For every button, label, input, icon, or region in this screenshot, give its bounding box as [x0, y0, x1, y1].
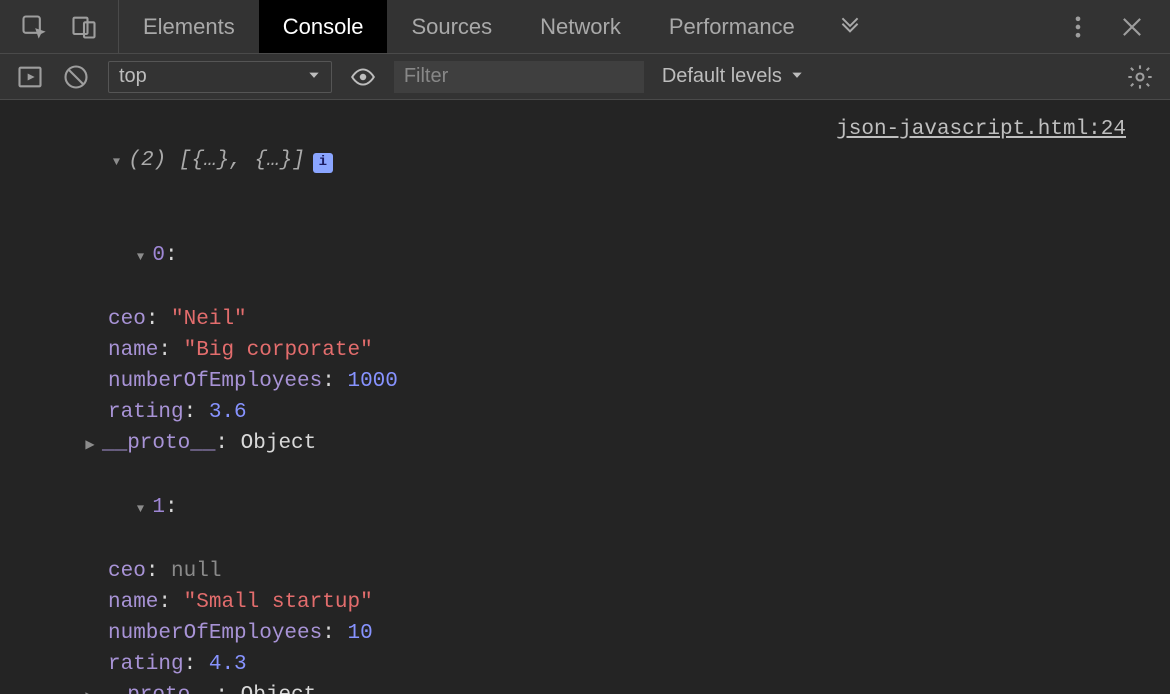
- tab-performance[interactable]: Performance: [645, 0, 819, 53]
- console-settings-gear-icon[interactable]: [1126, 63, 1154, 91]
- property-value: 4.3: [209, 653, 247, 676]
- clear-console-icon[interactable]: [62, 63, 90, 91]
- chevron-down-icon: [790, 65, 804, 88]
- tab-network[interactable]: Network: [516, 0, 645, 53]
- live-expression-icon[interactable]: [350, 64, 376, 90]
- property-value: null: [171, 560, 221, 583]
- console-output: json-javascript.html:24 (2) [{…}, {…}]i …: [0, 100, 1170, 694]
- tabs-overflow-icon[interactable]: [819, 0, 881, 53]
- filter-input[interactable]: [394, 61, 644, 93]
- close-devtools-icon[interactable]: [1118, 13, 1146, 41]
- object-property-row: name: "Big corporate": [20, 335, 1150, 366]
- info-badge-icon[interactable]: i: [313, 153, 333, 173]
- property-key: numberOfEmployees: [108, 622, 322, 645]
- array-count: (2): [128, 149, 166, 172]
- proto-value: Object: [241, 432, 317, 455]
- context-selector[interactable]: top: [108, 61, 332, 93]
- context-selector-label: top: [119, 65, 147, 88]
- toggle-sidebar-icon[interactable]: [16, 63, 44, 91]
- object-property-row: ceo: null: [20, 556, 1150, 587]
- inspect-element-icon[interactable]: [20, 13, 48, 41]
- log-levels-selector[interactable]: Default levels: [662, 65, 804, 88]
- object-property-row: name: "Small startup": [20, 587, 1150, 618]
- object-property-row: numberOfEmployees: 10: [20, 618, 1150, 649]
- array-index-row[interactable]: 1:: [20, 461, 1150, 556]
- expand-toggle-icon[interactable]: [108, 145, 124, 178]
- property-value: 1000: [347, 370, 397, 393]
- object-property-row: rating: 4.3: [20, 649, 1150, 680]
- expand-toggle-icon[interactable]: [132, 240, 148, 273]
- property-key: rating: [108, 401, 184, 424]
- proto-key: __proto__: [102, 432, 215, 455]
- tab-console[interactable]: Console: [259, 0, 388, 53]
- expand-toggle-icon[interactable]: [82, 428, 98, 461]
- expand-toggle-icon[interactable]: [82, 680, 98, 694]
- object-property-row: rating: 3.6: [20, 397, 1150, 428]
- tab-sources[interactable]: Sources: [387, 0, 516, 53]
- property-key: ceo: [108, 308, 146, 331]
- log-levels-label: Default levels: [662, 65, 782, 88]
- devtools-tabbar: Elements Console Sources Network Perform…: [0, 0, 1170, 54]
- proto-key: __proto__: [102, 684, 215, 694]
- property-key: rating: [108, 653, 184, 676]
- tabbar-right-group: [1040, 0, 1170, 53]
- array-index-key: 1: [152, 496, 165, 519]
- tabbar-left-group: [0, 0, 119, 53]
- property-key: numberOfEmployees: [108, 370, 322, 393]
- array-preview: [{…}, {…}]: [179, 149, 305, 172]
- proto-value: Object: [241, 684, 317, 694]
- object-property-row: ceo: "Neil": [20, 304, 1150, 335]
- console-toolbar: top Default levels: [0, 54, 1170, 100]
- property-value: "Small startup": [184, 591, 373, 614]
- property-value: 3.6: [209, 401, 247, 424]
- object-property-row: numberOfEmployees: 1000: [20, 366, 1150, 397]
- array-index-row[interactable]: 0:: [20, 209, 1150, 304]
- property-value: "Big corporate": [184, 339, 373, 362]
- property-value: "Neil": [171, 308, 247, 331]
- chevron-down-icon: [307, 65, 321, 88]
- array-index-key: 0: [152, 244, 165, 267]
- property-key: ceo: [108, 560, 146, 583]
- tab-elements[interactable]: Elements: [119, 0, 259, 53]
- expand-toggle-icon[interactable]: [132, 492, 148, 525]
- property-value: 10: [347, 622, 372, 645]
- proto-row[interactable]: __proto__: Object: [20, 680, 1150, 694]
- tabs-group: Elements Console Sources Network Perform…: [119, 0, 881, 53]
- proto-row[interactable]: __proto__: Object: [20, 428, 1150, 461]
- source-link[interactable]: json-javascript.html:24: [836, 114, 1126, 145]
- device-toggle-icon[interactable]: [70, 13, 98, 41]
- property-key: name: [108, 339, 158, 362]
- kebab-menu-icon[interactable]: [1064, 13, 1092, 41]
- property-key: name: [108, 591, 158, 614]
